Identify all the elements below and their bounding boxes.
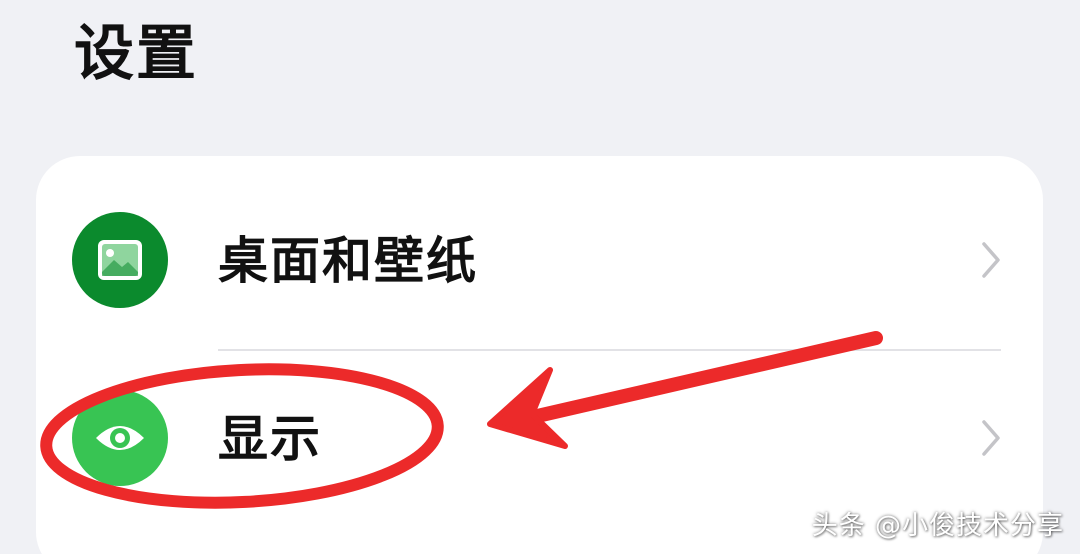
- settings-item-display[interactable]: 显示: [36, 352, 1043, 528]
- watermark: 头条 @小俊技术分享: [811, 511, 1064, 541]
- settings-item-label: 显示: [218, 410, 322, 468]
- eye-icon: [72, 390, 168, 486]
- settings-card: 桌面和壁纸 显示: [36, 156, 1043, 554]
- list-divider: [218, 349, 1001, 351]
- settings-item-label: 桌面和壁纸: [218, 232, 478, 290]
- settings-item-wallpaper[interactable]: 桌面和壁纸: [36, 174, 1043, 350]
- page-title: 设置: [74, 19, 198, 89]
- chevron-right-icon: [982, 242, 1000, 278]
- chevron-right-icon: [982, 420, 1000, 456]
- wallpaper-icon: [72, 212, 168, 308]
- settings-screen: 设置 桌面和壁纸 显示 头条 @小俊技术分享: [0, 0, 1080, 554]
